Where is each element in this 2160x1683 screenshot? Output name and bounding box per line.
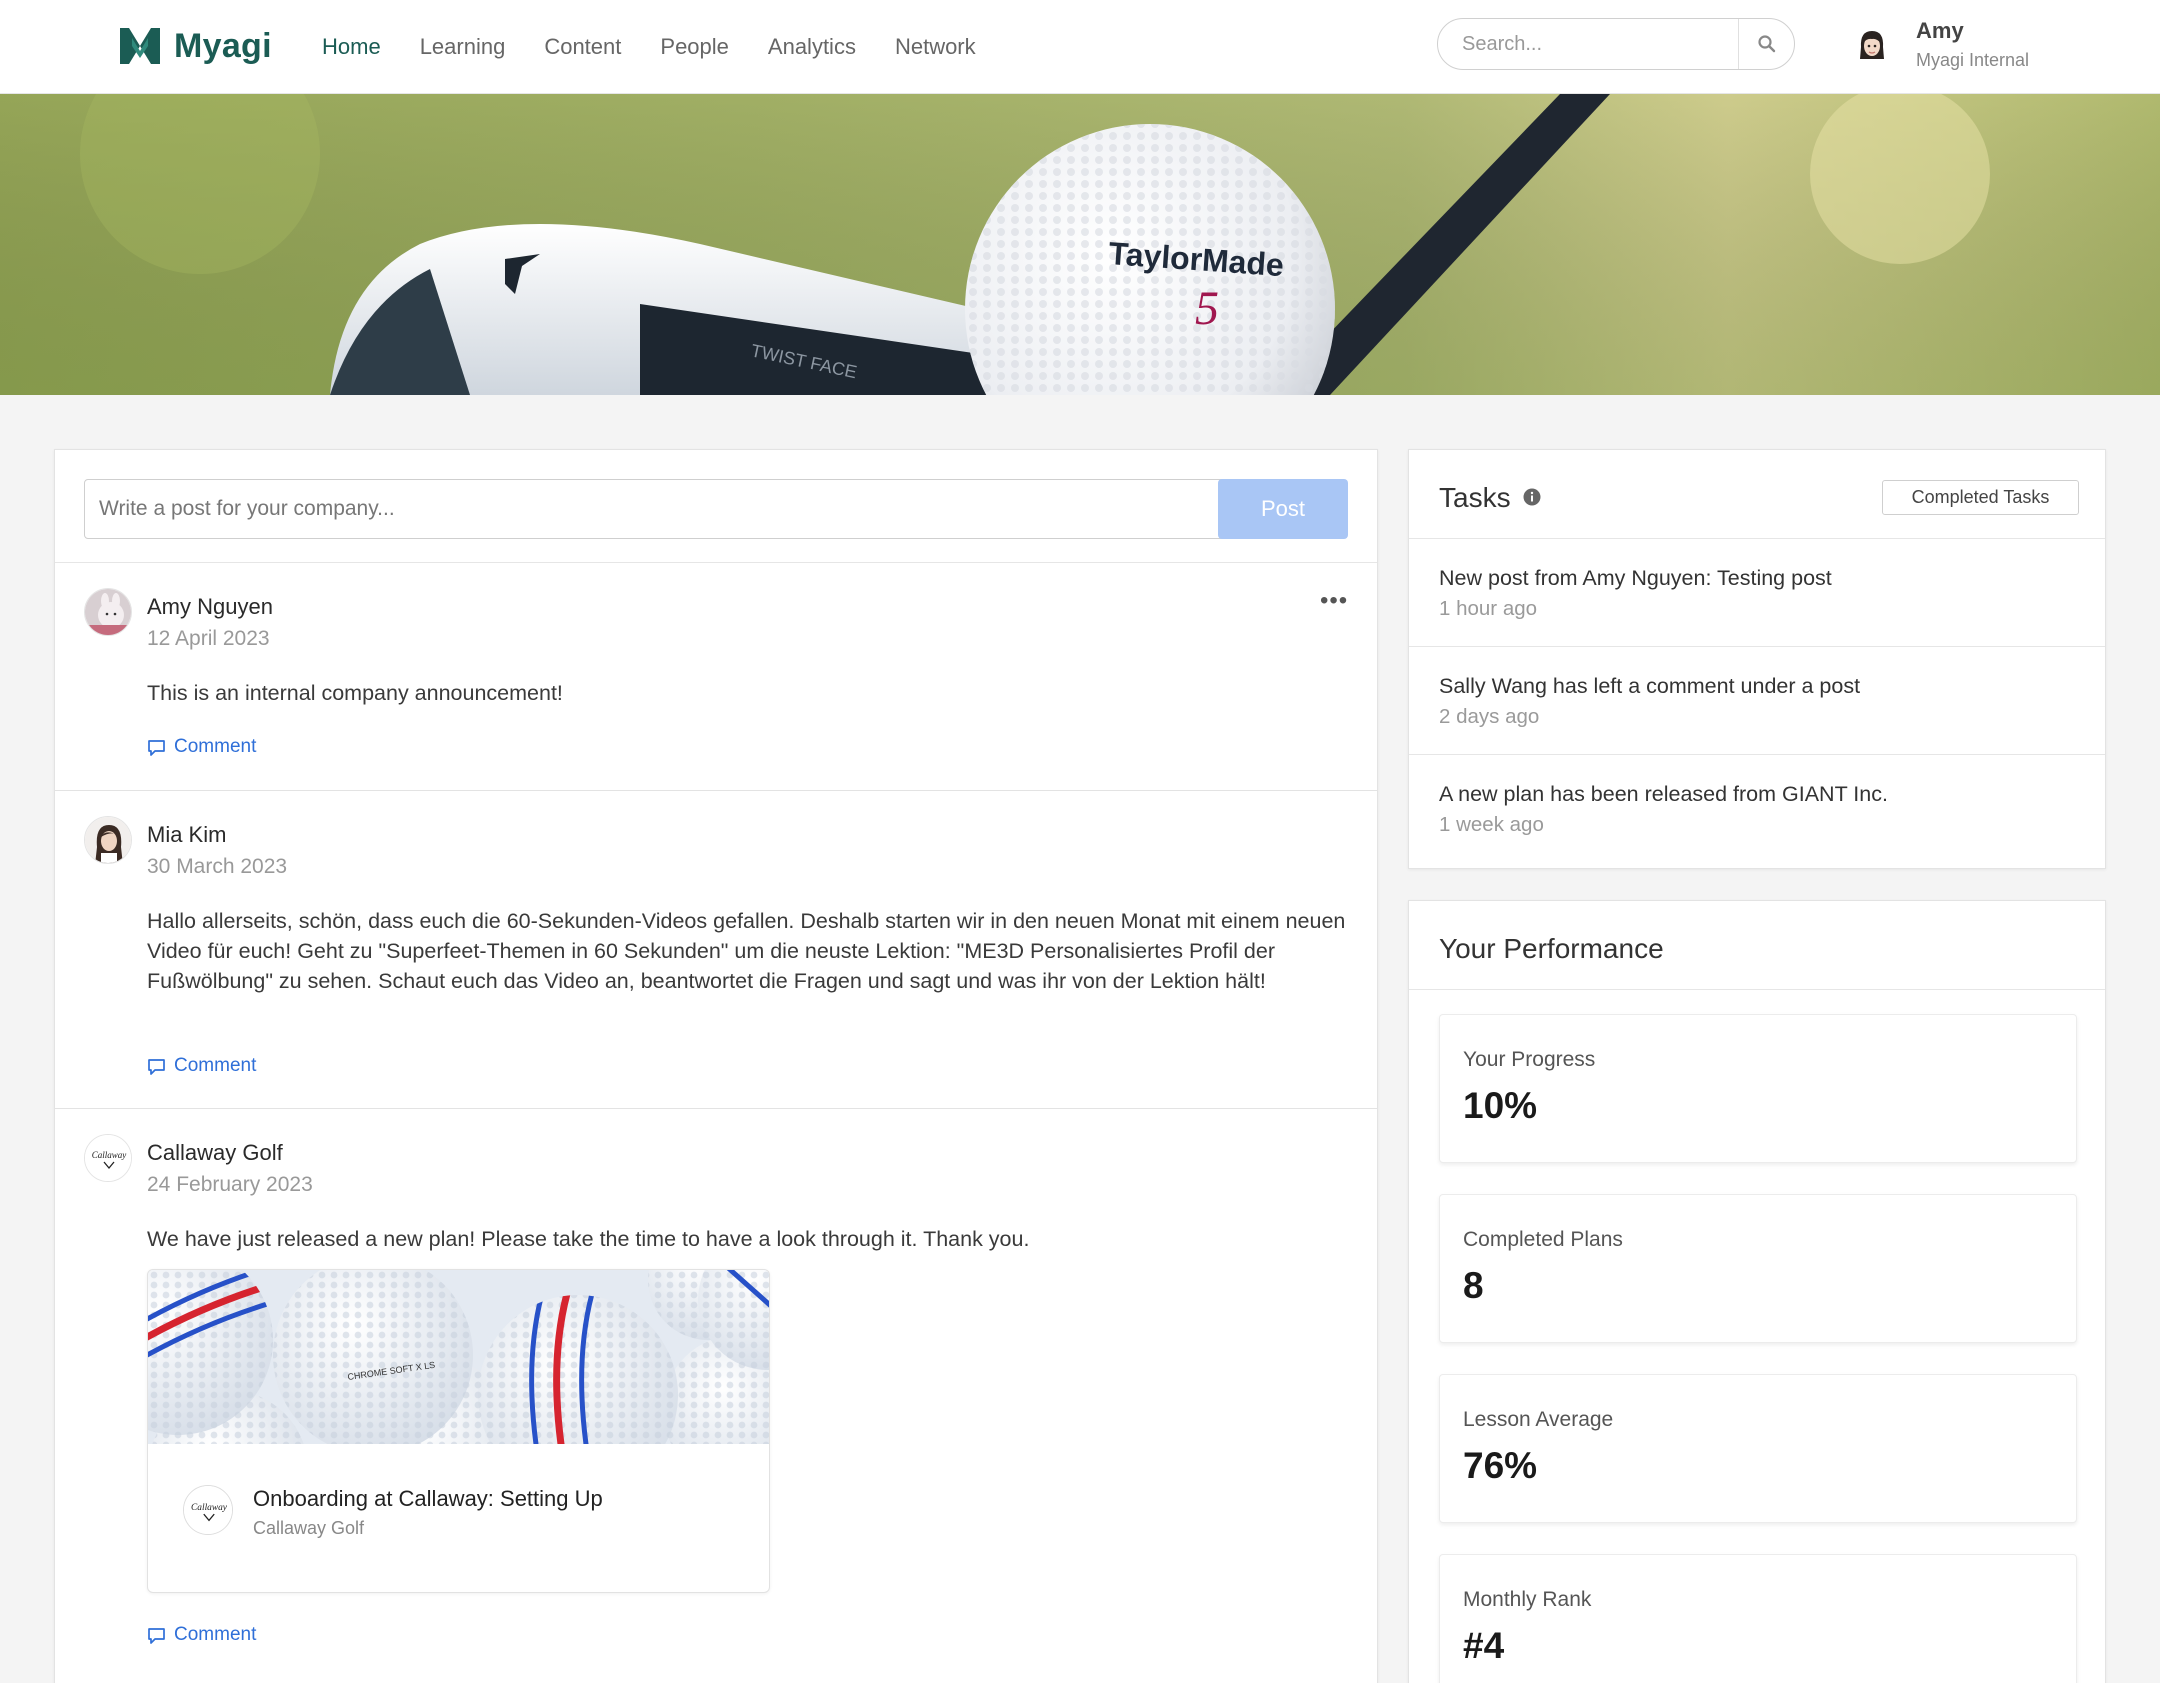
- comment-icon: [148, 1627, 165, 1644]
- stat-card-completed-plans: Completed Plans 8: [1439, 1194, 2077, 1343]
- comment-icon: [148, 739, 165, 756]
- nav-learning[interactable]: Learning: [420, 34, 506, 60]
- stat-value: 10%: [1463, 1085, 1538, 1126]
- task-item[interactable]: A new plan has been released from GIANT …: [1409, 755, 2105, 863]
- nav-people[interactable]: People: [660, 34, 729, 60]
- nav-analytics[interactable]: Analytics: [768, 34, 856, 60]
- tasks-title: Tasks: [1439, 482, 1511, 513]
- task-text: A new plan has been released from GIANT …: [1439, 782, 1888, 806]
- plan-card[interactable]: CHROME SOFT X LS Callaway Onboarding at …: [147, 1269, 770, 1593]
- plan-company: Callaway Golf: [253, 1518, 365, 1538]
- stat-card-lesson-average: Lesson Average 76%: [1439, 1374, 2077, 1523]
- nav-home[interactable]: Home: [322, 34, 381, 60]
- top-navbar: Myagi Home Learning Content People Analy…: [0, 0, 2160, 94]
- comment-button[interactable]: Comment: [147, 1624, 256, 1646]
- post-date: 30 March 2023: [147, 855, 288, 878]
- comment-label: Comment: [174, 1055, 257, 1076]
- performance-panel: Your Performance Your Progress 10% Compl…: [1408, 900, 2106, 1683]
- info-icon[interactable]: [1523, 488, 1541, 506]
- stat-label: Lesson Average: [1463, 1408, 1614, 1431]
- post-options-icon[interactable]: •••: [1320, 587, 1348, 615]
- performance-title: Your Performance: [1439, 933, 1664, 964]
- search-icon: [1757, 35, 1775, 53]
- stat-value: 8: [1463, 1265, 1484, 1306]
- stat-value: 76%: [1463, 1445, 1538, 1486]
- user-name: Amy: [1916, 18, 1964, 43]
- search-button[interactable]: [1738, 19, 1794, 69]
- feed-post: Callaway Callaway Golf 24 February 2023 …: [55, 1109, 1377, 1683]
- nav-content[interactable]: Content: [544, 34, 621, 60]
- post-input[interactable]: [84, 479, 1251, 539]
- plan-title: Onboarding at Callaway: Setting Up: [253, 1486, 603, 1511]
- task-text: Sally Wang has left a comment under a po…: [1439, 674, 1861, 698]
- post-author[interactable]: Mia Kim: [147, 822, 226, 848]
- logo-text: Myagi: [174, 26, 272, 65]
- stat-label: Monthly Rank: [1463, 1588, 1592, 1611]
- main-nav: Home Learning Content People Analytics N…: [322, 0, 1015, 94]
- post-body: We have just released a new plan! Please…: [147, 1227, 1030, 1251]
- user-menu[interactable]: Amy Myagi Internal: [1852, 18, 2029, 71]
- tasks-panel: Tasks Completed Tasks New post from Amy …: [1408, 449, 2106, 869]
- hero-banner: TWIST FACE TaylorMade 5: [0, 94, 2160, 395]
- plan-cover-image: CHROME SOFT X LS: [148, 1270, 769, 1444]
- author-avatar[interactable]: [84, 588, 132, 636]
- user-info: Amy Myagi Internal: [1916, 18, 2029, 71]
- user-avatar: [1852, 24, 1892, 65]
- golf-banner-image: TWIST FACE TaylorMade 5: [0, 94, 2160, 395]
- svg-text:Callaway: Callaway: [191, 1503, 228, 1513]
- comment-button[interactable]: Comment: [147, 736, 256, 758]
- task-time: 1 hour ago: [1439, 597, 1538, 620]
- completed-tasks-button[interactable]: Completed Tasks: [1882, 480, 2079, 515]
- search-input[interactable]: [1438, 19, 1738, 69]
- svg-text:Callaway: Callaway: [92, 1150, 127, 1160]
- nav-network[interactable]: Network: [895, 34, 976, 60]
- feed-post: Amy Nguyen 12 April 2023 ••• This is an …: [55, 563, 1377, 791]
- post-author[interactable]: Callaway Golf: [147, 1140, 283, 1166]
- task-item[interactable]: Sally Wang has left a comment under a po…: [1409, 647, 2105, 755]
- comment-button[interactable]: Comment: [147, 1055, 256, 1077]
- post-author[interactable]: Amy Nguyen: [147, 594, 273, 620]
- post-body: Hallo allerseits, schön, dass euch die 6…: [147, 909, 1346, 993]
- comment-label: Comment: [174, 736, 257, 757]
- tasks-header: Tasks Completed Tasks: [1409, 450, 2105, 539]
- myagi-logo-icon: [120, 28, 160, 64]
- stat-card-progress: Your Progress 10%: [1439, 1014, 2077, 1163]
- task-item[interactable]: New post from Amy Nguyen: Testing post 1…: [1409, 539, 2105, 647]
- post-body: This is an internal company announcement…: [147, 681, 563, 705]
- plan-company-logo: Callaway: [183, 1485, 233, 1535]
- post-button[interactable]: Post: [1218, 479, 1348, 539]
- feed-post: Mia Kim 30 March 2023 Hallo allerseits, …: [55, 791, 1377, 1109]
- post-date: 12 April 2023: [147, 627, 270, 650]
- post-date: 24 February 2023: [147, 1173, 313, 1196]
- user-org: Myagi Internal: [1916, 50, 2030, 70]
- comment-icon: [148, 1058, 165, 1075]
- author-avatar[interactable]: [84, 816, 132, 864]
- task-time: 1 week ago: [1439, 813, 1544, 836]
- myagi-logo[interactable]: Myagi: [118, 24, 272, 68]
- search-box: [1437, 18, 1795, 70]
- comment-label: Comment: [174, 1624, 257, 1645]
- stat-card-monthly-rank: Monthly Rank #4: [1439, 1554, 2077, 1683]
- stat-value: #4: [1463, 1625, 1505, 1666]
- ball-number-text: 5: [1195, 282, 1219, 335]
- stat-label: Completed Plans: [1463, 1228, 1623, 1251]
- stat-label: Your Progress: [1463, 1048, 1596, 1071]
- task-text: New post from Amy Nguyen: Testing post: [1439, 566, 1832, 590]
- task-time: 2 days ago: [1439, 705, 1540, 728]
- callaway-logo[interactable]: Callaway: [84, 1134, 132, 1182]
- company-feed: Post Amy Nguyen 12 April 2023 ••• This i…: [54, 449, 1378, 1683]
- performance-header: Your Performance: [1409, 901, 2105, 990]
- post-composer: Post: [55, 450, 1377, 563]
